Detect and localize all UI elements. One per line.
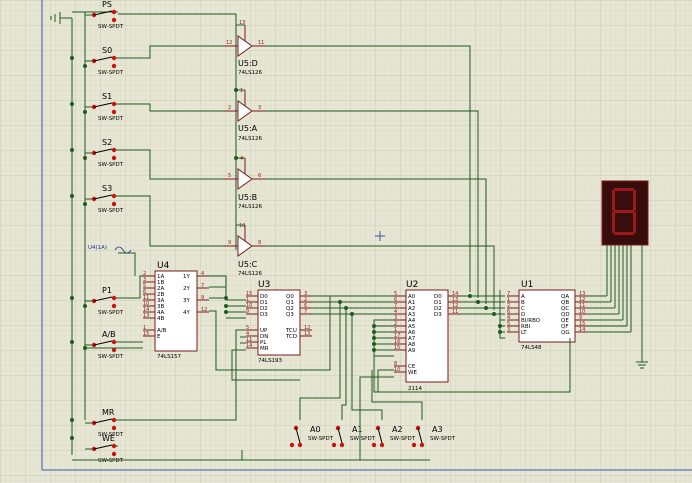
chip-part: 74LS193 (258, 358, 283, 364)
switch-label: A1 (352, 425, 363, 434)
switch-type: SW-SPDT (308, 436, 334, 442)
pin-num: 12 (226, 40, 232, 46)
pin-num: 7 (201, 283, 204, 289)
switch-type: SW-SPDT (390, 436, 416, 442)
pin-label: 1Y (183, 274, 190, 280)
pin-label: D3 (260, 312, 268, 318)
pin-num: 9 (201, 295, 204, 301)
switch-label: A3 (432, 425, 443, 434)
chip-part: 74LS48 (521, 345, 542, 351)
pin-label: 4B (157, 316, 164, 322)
switch-type: SW-SPDT (430, 436, 456, 442)
pin-label: D3 (434, 312, 442, 318)
switch-label: A0 (310, 425, 321, 434)
switch-label: S1 (102, 92, 112, 101)
probe-label: U4(1A) (88, 245, 107, 251)
switch-type: SW-SPDT (98, 116, 124, 122)
pin-label: A9 (408, 348, 416, 354)
pin-num: 14 (579, 327, 585, 333)
pin-num: 3 (507, 327, 510, 333)
pin-num: 15 (394, 345, 400, 351)
switch-type: SW-SPDT (98, 208, 124, 214)
pin-num: 5 (228, 173, 231, 179)
pin-num: 6 (258, 173, 261, 179)
switch-label: MR (102, 408, 115, 417)
switch-label: S0 (102, 46, 112, 55)
pin-num: 15 (143, 331, 149, 337)
chip-name: U4 (157, 261, 170, 271)
pin-label: 3Y (183, 298, 190, 304)
buffer-part: 74LS126 (238, 136, 263, 142)
switch-label: A/B (102, 330, 116, 339)
pin-num: 13 (143, 313, 149, 319)
switch-type: SW-SPDT (98, 354, 124, 360)
buffer-part: 74LS126 (238, 271, 263, 277)
switch-label: A2 (392, 425, 403, 434)
pin-label: Q3 (286, 312, 294, 318)
chip-name: U1 (521, 280, 533, 290)
pin-label: E (157, 334, 161, 340)
switch-type: SW-SPDT (98, 70, 124, 76)
switch-type: SW-SPDT (98, 24, 124, 30)
switch-type: SW-SPDT (98, 458, 124, 464)
chip-name: U2 (406, 280, 418, 290)
chip-part: 74LS157 (157, 354, 182, 360)
pin-label: TCD (285, 334, 297, 340)
switch-label: S3 (102, 184, 112, 193)
pin-num: 13 (304, 331, 310, 337)
switch-label: PS (102, 0, 112, 9)
buffer-name: U5:B (238, 193, 257, 202)
pin-num: 8 (258, 240, 261, 246)
switch-label: P1 (102, 286, 112, 295)
switch-label: WE (102, 434, 115, 443)
switch-type: SW-SPDT (98, 162, 124, 168)
pin-num: 12 (201, 307, 207, 313)
buffer-part: 74LS126 (238, 70, 263, 76)
schematic-canvas: PS SW-SPDT S0 SW-SPDT S1 SW-SPDT S2 SW-SPDT S3 SW… (0, 0, 692, 483)
pin-num: 14 (246, 343, 252, 349)
pin-num: 1 (240, 88, 243, 94)
switch-type: SW-SPDT (98, 310, 124, 316)
pin-num: 3 (258, 105, 261, 111)
pin-num: 11 (452, 309, 458, 315)
pin-num: 11 (258, 40, 264, 46)
pin-label: LT (521, 330, 527, 336)
buffer-name: U5:D (238, 59, 258, 68)
pin-num: 9 (246, 309, 249, 315)
switch-type: SW-SPDT (350, 436, 376, 442)
buffer-name: U5:A (238, 124, 258, 133)
pin-num: 7 (304, 309, 307, 315)
pin-num: 10 (239, 223, 245, 229)
pin-num: 2 (228, 105, 231, 111)
chip-u1[interactable]: U1 74LS48 A7B1C2D6BI/RBO4RBI5LT3QA 13QB 12… (507, 280, 587, 351)
pin-label: WE (408, 370, 417, 376)
pin-num: 9 (228, 240, 231, 246)
pin-label: 2Y (183, 286, 190, 292)
buffer-name: U5:C (238, 260, 258, 269)
pin-label: 4Y (183, 310, 190, 316)
pin-label: QG (561, 330, 570, 336)
buffer-part: 74LS126 (238, 204, 263, 210)
pin-label: MR (260, 346, 269, 352)
pin-num: 4 (240, 156, 243, 162)
pin-num: 4 (201, 271, 204, 277)
pin-num: 10 (394, 367, 400, 373)
chip-part: 2114 (408, 386, 422, 392)
switch-label: S2 (102, 138, 112, 147)
chip-name: U3 (258, 280, 270, 290)
